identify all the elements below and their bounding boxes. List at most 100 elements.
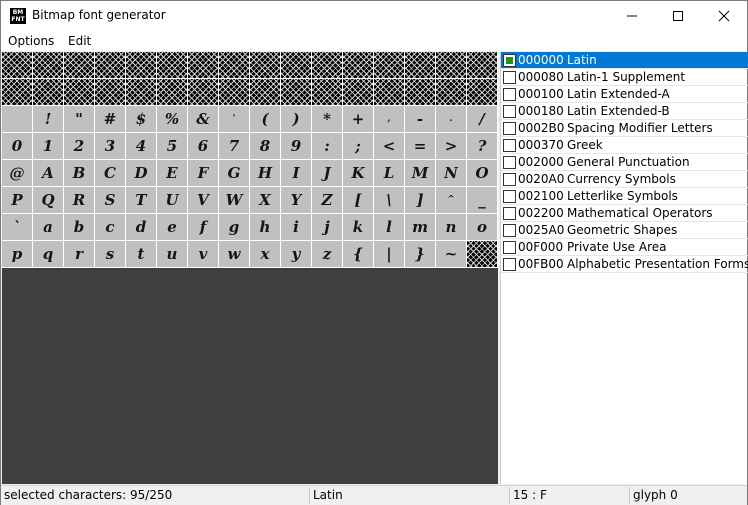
char-cell[interactable]: U [157, 187, 187, 213]
char-cell[interactable]: n [436, 214, 466, 240]
char-cell[interactable]: a [33, 214, 63, 240]
block-row[interactable]: 000100 Latin Extended-A [501, 86, 748, 103]
char-cell[interactable]: x [250, 241, 280, 267]
char-cell-empty[interactable] [374, 376, 405, 403]
char-cell[interactable]: 1 [33, 133, 63, 159]
char-cell[interactable]: 6 [188, 133, 218, 159]
char-cell-empty[interactable] [436, 268, 467, 295]
char-cell[interactable]: 7 [219, 133, 249, 159]
char-cell-empty[interactable] [436, 403, 467, 430]
char-cell[interactable]: ' [219, 106, 249, 132]
char-cell-empty[interactable] [219, 268, 250, 295]
char-cell[interactable]: q [33, 241, 63, 267]
char-cell-empty[interactable] [33, 376, 64, 403]
char-cell[interactable]: P [2, 187, 32, 213]
char-cell[interactable]: * [312, 106, 342, 132]
block-row[interactable]: 000000 Latin [501, 52, 748, 69]
char-cell[interactable]: ^ [436, 187, 466, 213]
char-cell[interactable]: % [157, 106, 187, 132]
menu-options[interactable]: Options [8, 34, 54, 48]
char-cell-empty[interactable] [281, 322, 312, 349]
block-checkbox[interactable] [503, 71, 516, 84]
char-cell[interactable]: ( [250, 106, 280, 132]
char-cell[interactable]: l [374, 214, 404, 240]
char-cell-control[interactable] [405, 79, 435, 105]
char-cell-control[interactable] [64, 52, 94, 78]
char-cell-control[interactable] [219, 52, 249, 78]
char-cell-empty[interactable] [281, 295, 312, 322]
char-cell-empty[interactable] [126, 322, 157, 349]
char-cell[interactable]: ! [33, 106, 63, 132]
block-row[interactable]: 0020A0 Currency Symbols [501, 171, 748, 188]
char-cell[interactable]: ~ [436, 241, 466, 267]
block-checkbox[interactable] [503, 139, 516, 152]
char-cell-empty[interactable] [250, 457, 281, 484]
char-cell[interactable]: S [95, 187, 125, 213]
char-cell-control[interactable] [436, 79, 466, 105]
char-cell-empty[interactable] [467, 349, 498, 376]
char-cell-control[interactable] [467, 79, 497, 105]
char-cell[interactable]: u [157, 241, 187, 267]
char-cell-empty[interactable] [157, 322, 188, 349]
char-cell[interactable]: y [281, 241, 311, 267]
char-cell-empty[interactable] [436, 295, 467, 322]
char-cell[interactable]: K [343, 160, 373, 186]
char-cell[interactable]: W [219, 187, 249, 213]
char-cell-empty[interactable] [188, 430, 219, 457]
char-cell-control[interactable] [281, 52, 311, 78]
char-cell-empty[interactable] [312, 295, 343, 322]
char-cell[interactable]: " [64, 106, 94, 132]
char-cell-empty[interactable] [188, 268, 219, 295]
close-button[interactable] [701, 1, 747, 31]
char-cell-empty[interactable] [374, 403, 405, 430]
char-cell[interactable]: - [405, 106, 435, 132]
char-cell-empty[interactable] [250, 322, 281, 349]
title-bar[interactable]: BM FNT Bitmap font generator [1, 1, 747, 31]
char-cell-empty[interactable] [467, 268, 498, 295]
char-cell-control[interactable] [95, 79, 125, 105]
char-cell-control[interactable] [188, 79, 218, 105]
block-row[interactable]: 002000 General Punctuation [501, 154, 748, 171]
char-cell-control[interactable] [250, 52, 280, 78]
char-cell[interactable]: e [157, 214, 187, 240]
char-cell[interactable]: f [188, 214, 218, 240]
char-cell-empty[interactable] [219, 349, 250, 376]
char-cell-empty[interactable] [64, 403, 95, 430]
char-cell-empty[interactable] [343, 349, 374, 376]
char-cell[interactable]: 0 [2, 133, 32, 159]
char-cell-empty[interactable] [2, 268, 33, 295]
char-cell-control[interactable] [405, 52, 435, 78]
char-cell-empty[interactable] [64, 430, 95, 457]
char-cell-empty[interactable] [436, 349, 467, 376]
char-cell[interactable]: O [467, 160, 497, 186]
char-cell-empty[interactable] [126, 403, 157, 430]
char-cell-empty[interactable] [312, 403, 343, 430]
char-cell-control[interactable] [467, 52, 497, 78]
char-cell-empty[interactable] [467, 430, 498, 457]
char-cell-empty[interactable] [95, 376, 126, 403]
char-cell-empty[interactable] [250, 376, 281, 403]
char-cell-empty[interactable] [33, 403, 64, 430]
char-cell-control[interactable] [157, 52, 187, 78]
char-cell[interactable]: ) [281, 106, 311, 132]
char-cell-empty[interactable] [2, 457, 33, 484]
char-cell-empty[interactable] [126, 268, 157, 295]
char-cell[interactable]: < [374, 133, 404, 159]
block-checkbox[interactable] [503, 54, 516, 67]
char-cell-empty[interactable] [250, 268, 281, 295]
char-cell-control[interactable] [467, 241, 497, 267]
char-cell[interactable]: E [157, 160, 187, 186]
char-cell[interactable]: G [219, 160, 249, 186]
char-cell-empty[interactable] [157, 403, 188, 430]
char-cell-empty[interactable] [95, 268, 126, 295]
block-checkbox[interactable] [503, 105, 516, 118]
char-cell[interactable]: m [405, 214, 435, 240]
char-cell-empty[interactable] [2, 295, 33, 322]
char-cell[interactable]: N [436, 160, 466, 186]
char-cell-empty[interactable] [188, 349, 219, 376]
char-cell-empty[interactable] [281, 430, 312, 457]
block-row[interactable]: 000370 Greek [501, 137, 748, 154]
char-cell-empty[interactable] [157, 349, 188, 376]
char-cell[interactable]: Y [281, 187, 311, 213]
char-cell-empty[interactable] [250, 430, 281, 457]
